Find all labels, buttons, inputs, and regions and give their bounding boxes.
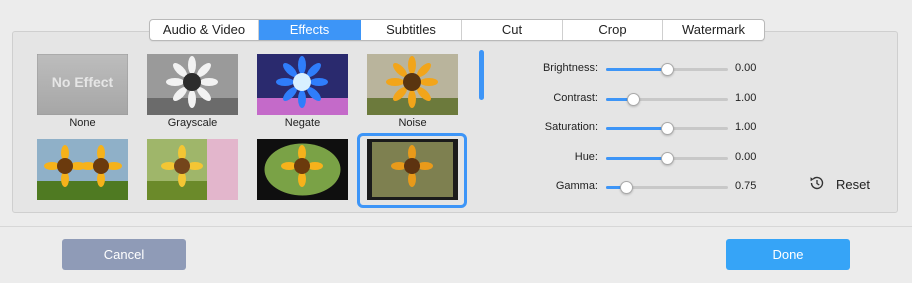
- effect-label-none: None: [69, 117, 96, 129]
- effect-label-noise: Noise: [398, 117, 427, 129]
- no-effect-text: No Effect: [52, 74, 114, 90]
- effect-thumb-6[interactable]: [147, 139, 238, 200]
- effect-thumb-grayscale[interactable]: [147, 54, 238, 115]
- hue-slider[interactable]: [606, 152, 728, 165]
- tab-subtitles[interactable]: Subtitles: [361, 20, 462, 40]
- tab-watermark[interactable]: Watermark: [663, 20, 764, 40]
- saturation-value: 1.00: [735, 121, 757, 133]
- cancel-button[interactable]: Cancel: [62, 239, 186, 270]
- effect-thumb-5[interactable]: [37, 139, 128, 200]
- effect-thumb-noise[interactable]: [367, 54, 458, 115]
- effect-label-negate: Negate: [284, 117, 321, 129]
- tab-bar: Audio & Video Effects Subtitles Cut Crop…: [149, 19, 765, 41]
- effect-label-grayscale: Grayscale: [167, 117, 218, 129]
- tab-crop[interactable]: Crop: [563, 20, 663, 40]
- gamma-label: Gamma:: [555, 180, 598, 192]
- brightness-row: Brightness: 0.00: [500, 59, 770, 79]
- effect-thumb-negate[interactable]: [257, 54, 348, 115]
- tab-effects[interactable]: Effects: [259, 20, 361, 40]
- effect-thumb-7[interactable]: [257, 139, 348, 200]
- done-button[interactable]: Done: [726, 239, 850, 270]
- saturation-row: Saturation: 1.00: [500, 118, 770, 138]
- tab-cut[interactable]: Cut: [462, 20, 563, 40]
- saturation-slider[interactable]: [606, 122, 728, 135]
- effects-scrollbar[interactable]: [479, 50, 484, 100]
- hue-value: 0.00: [735, 151, 757, 163]
- contrast-row: Contrast: 1.00: [500, 89, 770, 109]
- saturation-label: Saturation:: [544, 121, 598, 133]
- brightness-value: 0.00: [735, 62, 757, 74]
- contrast-value: 1.00: [735, 92, 757, 104]
- selected-effect-frame: [357, 133, 467, 208]
- reset-button[interactable]: Reset: [808, 174, 870, 195]
- brightness-label: Brightness:: [542, 62, 598, 74]
- brightness-slider[interactable]: [606, 63, 728, 76]
- gamma-value: 0.75: [735, 180, 757, 192]
- contrast-label: Contrast:: [553, 92, 598, 104]
- hue-label: Hue:: [574, 151, 598, 163]
- gamma-row: Gamma: 0.75: [500, 177, 770, 197]
- footer-divider: [0, 226, 912, 227]
- effect-thumb-none[interactable]: No Effect: [37, 54, 128, 115]
- tab-audio-video[interactable]: Audio & Video: [150, 20, 259, 40]
- history-icon: [808, 174, 826, 195]
- contrast-slider[interactable]: [606, 93, 728, 106]
- reset-label: Reset: [836, 177, 870, 192]
- hue-row: Hue: 0.00: [500, 148, 770, 168]
- gamma-slider[interactable]: [606, 181, 728, 194]
